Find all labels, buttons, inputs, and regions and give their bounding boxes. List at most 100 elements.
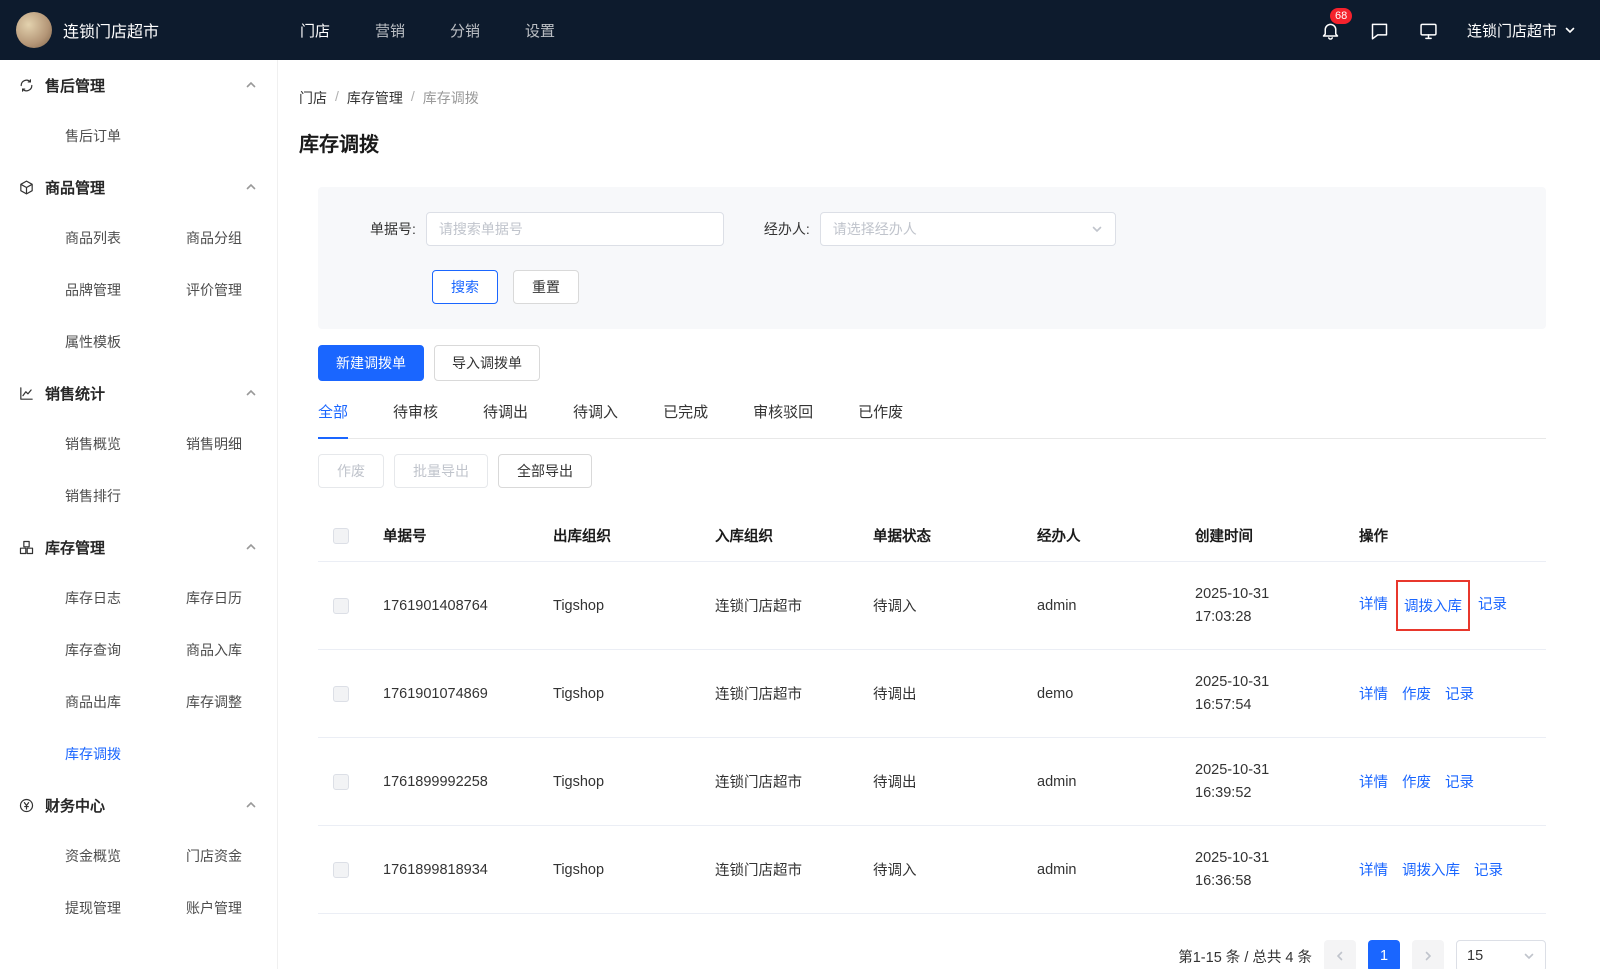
row-checkbox[interactable]	[333, 686, 349, 702]
chevron-up-icon	[245, 387, 257, 399]
bell-icon[interactable]: 68	[1320, 20, 1341, 41]
topbar-right: 68 连锁门店超市	[1320, 20, 1600, 41]
export-all-button[interactable]: 全部导出	[498, 454, 592, 488]
current-page-button[interactable]: 1	[1368, 940, 1400, 969]
sidebar-item-account-mgmt[interactable]: 账户管理	[186, 898, 277, 918]
sidebar-item-stock-calendar[interactable]: 库存日历	[186, 588, 277, 608]
sidebar-item-sales-ranking[interactable]: 销售排行	[65, 486, 186, 506]
chevron-down-icon	[1523, 950, 1535, 962]
topnav-item-store[interactable]: 门店	[300, 20, 330, 41]
tab-pending-out[interactable]: 待调出	[483, 401, 528, 439]
brand-name: 连锁门店超市	[63, 18, 159, 42]
notification-badge: 68	[1330, 8, 1352, 24]
detail-link[interactable]: 详情	[1359, 683, 1388, 704]
sidebar-section-aftersale[interactable]: 售后管理	[0, 60, 277, 110]
created-date: 2025-10-31	[1195, 671, 1359, 693]
record-link[interactable]: 记录	[1478, 593, 1507, 618]
detail-link[interactable]: 详情	[1359, 593, 1388, 618]
tab-pending-in[interactable]: 待调入	[573, 401, 618, 439]
search-button[interactable]: 搜索	[432, 270, 498, 304]
record-link[interactable]: 记录	[1445, 771, 1474, 792]
new-transfer-button[interactable]: 新建调拨单	[318, 345, 424, 381]
topnav-item-marketing[interactable]: 营销	[375, 20, 405, 41]
cell-operator: admin	[1037, 862, 1195, 878]
detail-link[interactable]: 详情	[1359, 771, 1388, 792]
transfer-in-link[interactable]: 调拨入库	[1404, 599, 1462, 615]
user-menu[interactable]: 连锁门店超市	[1467, 20, 1576, 41]
sidebar-section-inventory[interactable]: 库存管理	[0, 522, 277, 572]
sidebar-section-sales[interactable]: 销售统计	[0, 368, 277, 418]
tab-pending-review[interactable]: 待审核	[393, 401, 438, 439]
tab-all[interactable]: 全部	[318, 401, 348, 439]
tab-review-rejected[interactable]: 审核驳回	[753, 401, 813, 439]
sidebar-item-stock-adjust[interactable]: 库存调整	[186, 692, 277, 712]
sidebar-item-stock-in[interactable]: 商品入库	[186, 640, 277, 660]
created-date: 2025-10-31	[1195, 583, 1359, 605]
sidebar-item-brand-mgmt[interactable]: 品牌管理	[65, 280, 186, 300]
tab-completed[interactable]: 已完成	[663, 401, 708, 439]
sidebar-item-product-list[interactable]: 商品列表	[65, 228, 186, 248]
topbar: 连锁门店超市 门店 营销 分销 设置 68 连锁门店超市	[0, 0, 1600, 60]
row-checkbox[interactable]	[333, 774, 349, 790]
breadcrumb-inventory[interactable]: 库存管理	[347, 88, 403, 108]
void-link[interactable]: 作废	[1402, 683, 1431, 704]
sidebar-item-aftersale-orders[interactable]: 售后订单	[65, 126, 186, 146]
message-icon[interactable]	[1369, 20, 1390, 41]
sidebar-item-withdraw-mgmt[interactable]: 提现管理	[65, 898, 186, 918]
operator-select[interactable]: 请选择经办人	[820, 212, 1116, 246]
record-link[interactable]: 记录	[1474, 859, 1503, 880]
cell-status: 待调出	[873, 771, 1037, 792]
cell-order-no: 1761901408764	[383, 598, 553, 614]
sidebar-items-inventory: 库存日志 库存日历 库存查询 商品入库 商品出库 库存调整 库存调拨	[0, 572, 277, 780]
cell-operator: admin	[1037, 598, 1195, 614]
col-out-org: 出库组织	[553, 525, 715, 546]
topnav-item-distribution[interactable]: 分销	[450, 20, 480, 41]
topnav-item-settings[interactable]: 设置	[525, 20, 555, 41]
content-section: 单据号: 经办人: 请选择经办人 搜索 重置 新建调拨单 导入调拨单 全部 待审…	[318, 187, 1546, 969]
cell-in-org: 连锁门店超市	[715, 595, 873, 616]
sidebar-item-fund-overview[interactable]: 资金概览	[65, 846, 186, 866]
page-size-select[interactable]: 15	[1456, 940, 1546, 969]
sidebar-item-stock-out[interactable]: 商品出库	[65, 692, 186, 712]
sidebar-item-store-funds[interactable]: 门店资金	[186, 846, 277, 866]
tab-voided[interactable]: 已作废	[858, 401, 903, 439]
sidebar-item-review-mgmt[interactable]: 评价管理	[186, 280, 277, 300]
breadcrumb-store[interactable]: 门店	[299, 88, 327, 108]
next-page-button[interactable]	[1412, 940, 1444, 969]
sidebar-item-sales-detail[interactable]: 销售明细	[186, 434, 277, 454]
filter-row: 单据号: 经办人: 请选择经办人	[318, 212, 1546, 246]
sidebar-section-finance[interactable]: 财务中心	[0, 780, 277, 830]
cell-out-org: Tigshop	[553, 774, 715, 790]
row-checkbox[interactable]	[333, 598, 349, 614]
row-checkbox[interactable]	[333, 862, 349, 878]
created-time: 16:39:52	[1195, 782, 1359, 804]
sidebar-item-stock-query[interactable]: 库存查询	[65, 640, 186, 660]
col-order-no: 单据号	[383, 525, 553, 546]
batch-export-button[interactable]: 批量导出	[394, 454, 488, 488]
sidebar-item-stock-log[interactable]: 库存日志	[65, 588, 186, 608]
sidebar-item-attr-template[interactable]: 属性模板	[65, 332, 186, 352]
brand-avatar[interactable]	[16, 12, 52, 48]
prev-page-button[interactable]	[1324, 940, 1356, 969]
detail-link[interactable]: 详情	[1359, 859, 1388, 880]
sidebar-section-product[interactable]: 商品管理	[0, 162, 277, 212]
select-all-checkbox[interactable]	[333, 528, 349, 544]
sidebar-item-sales-overview[interactable]: 销售概览	[65, 434, 186, 454]
cell-status: 待调出	[873, 683, 1037, 704]
cell-order-no: 1761899818934	[383, 862, 553, 878]
inventory-icon	[18, 539, 35, 556]
sidebar-item-stock-transfer[interactable]: 库存调拨	[65, 744, 186, 764]
void-button[interactable]: 作废	[318, 454, 384, 488]
void-link[interactable]: 作废	[1402, 771, 1431, 792]
created-time: 16:36:58	[1195, 870, 1359, 892]
reset-button[interactable]: 重置	[513, 270, 579, 304]
record-link[interactable]: 记录	[1445, 683, 1474, 704]
transfer-in-link[interactable]: 调拨入库	[1402, 859, 1460, 880]
cell-actions: 详情 作废 记录	[1359, 771, 1546, 792]
workbench-icon[interactable]	[1418, 20, 1439, 41]
sidebar-item-product-group[interactable]: 商品分组	[186, 228, 277, 248]
import-transfer-button[interactable]: 导入调拨单	[434, 345, 540, 381]
order-no-input[interactable]	[426, 212, 724, 246]
cell-in-org: 连锁门店超市	[715, 859, 873, 880]
cell-created: 2025-10-31 16:57:54	[1195, 671, 1359, 716]
